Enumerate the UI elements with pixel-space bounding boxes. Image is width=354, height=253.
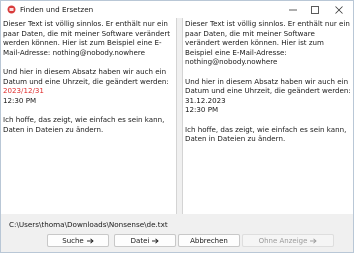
original-paragraph-2: Und hier in diesem Absatz haben wir auch… [3,67,174,105]
original-paragraph-3: Ich hoffe, das zeigt, wie einfach es sei… [3,114,165,134]
preview-date: 31.12.2023 [185,95,226,105]
original-paragraph-1: Dieser Text ist völlig sinnlos. Er enthä… [3,19,171,57]
cancel-button-label: Abbrechen [190,236,228,245]
search-button-label: Suche [62,236,84,245]
original-paragraph-2-text: Und hier in diesem Absatz haben wir auch… [3,66,169,86]
client-area: Dieser Text ist völlig sinnlos. Er enthä… [1,18,353,252]
file-button-label: Datei [130,236,150,245]
minimize-button[interactable] [281,1,305,18]
preview-text: Dieser Text ist völlig sinnlos. Er enthä… [185,19,351,153]
red-app-icon [7,5,16,14]
maximize-button[interactable] [303,1,327,18]
preview-paragraph-1: Dieser Text ist völlig sinnlos. Er enthä… [185,19,350,67]
maximize-icon [311,5,319,14]
preview-text-pane[interactable]: Dieser Text ist völlig sinnlos. Er enthä… [182,18,353,214]
close-button[interactable] [327,1,351,18]
arrow-right-icon [86,237,94,244]
search-button[interactable]: Suche [47,234,109,247]
find-replace-window: Finden und Ersetzen Dieser Text ist völl… [0,0,354,253]
minimize-icon [289,9,297,10]
original-text: Dieser Text ist völlig sinnlos. Er enthä… [3,19,174,144]
preview-paragraph-2: Und hier in diesem Absatz haben wir auch… [185,77,351,115]
arrow-right-icon [152,237,160,244]
preview-time: 12:30 PM [185,105,219,115]
file-path: C:\Users\thoma\Downloads\Nonsense\de.txt [9,220,168,229]
original-time: 12:30 PM [3,95,37,105]
file-button[interactable]: Datei [114,234,176,247]
original-text-pane[interactable]: Dieser Text ist völlig sinnlos. Er enthä… [1,18,177,214]
window-title: Finden und Ersetzen [20,5,94,14]
no-display-button[interactable]: Ohne Anzeige [242,234,334,247]
close-icon [335,5,343,14]
preview-paragraph-3: Ich hoffe, das zeigt, wie einfach es sei… [185,124,347,144]
arrow-right-icon [310,237,318,244]
preview-paragraph-2-text: Und hier in diesem Absatz haben wir auch… [185,76,351,96]
no-display-button-label: Ohne Anzeige [258,236,308,245]
title-bar[interactable]: Finden und Ersetzen [1,1,353,18]
original-date-highlight: 2023/12/31 [3,86,44,96]
cancel-button[interactable]: Abbrechen [178,234,240,247]
